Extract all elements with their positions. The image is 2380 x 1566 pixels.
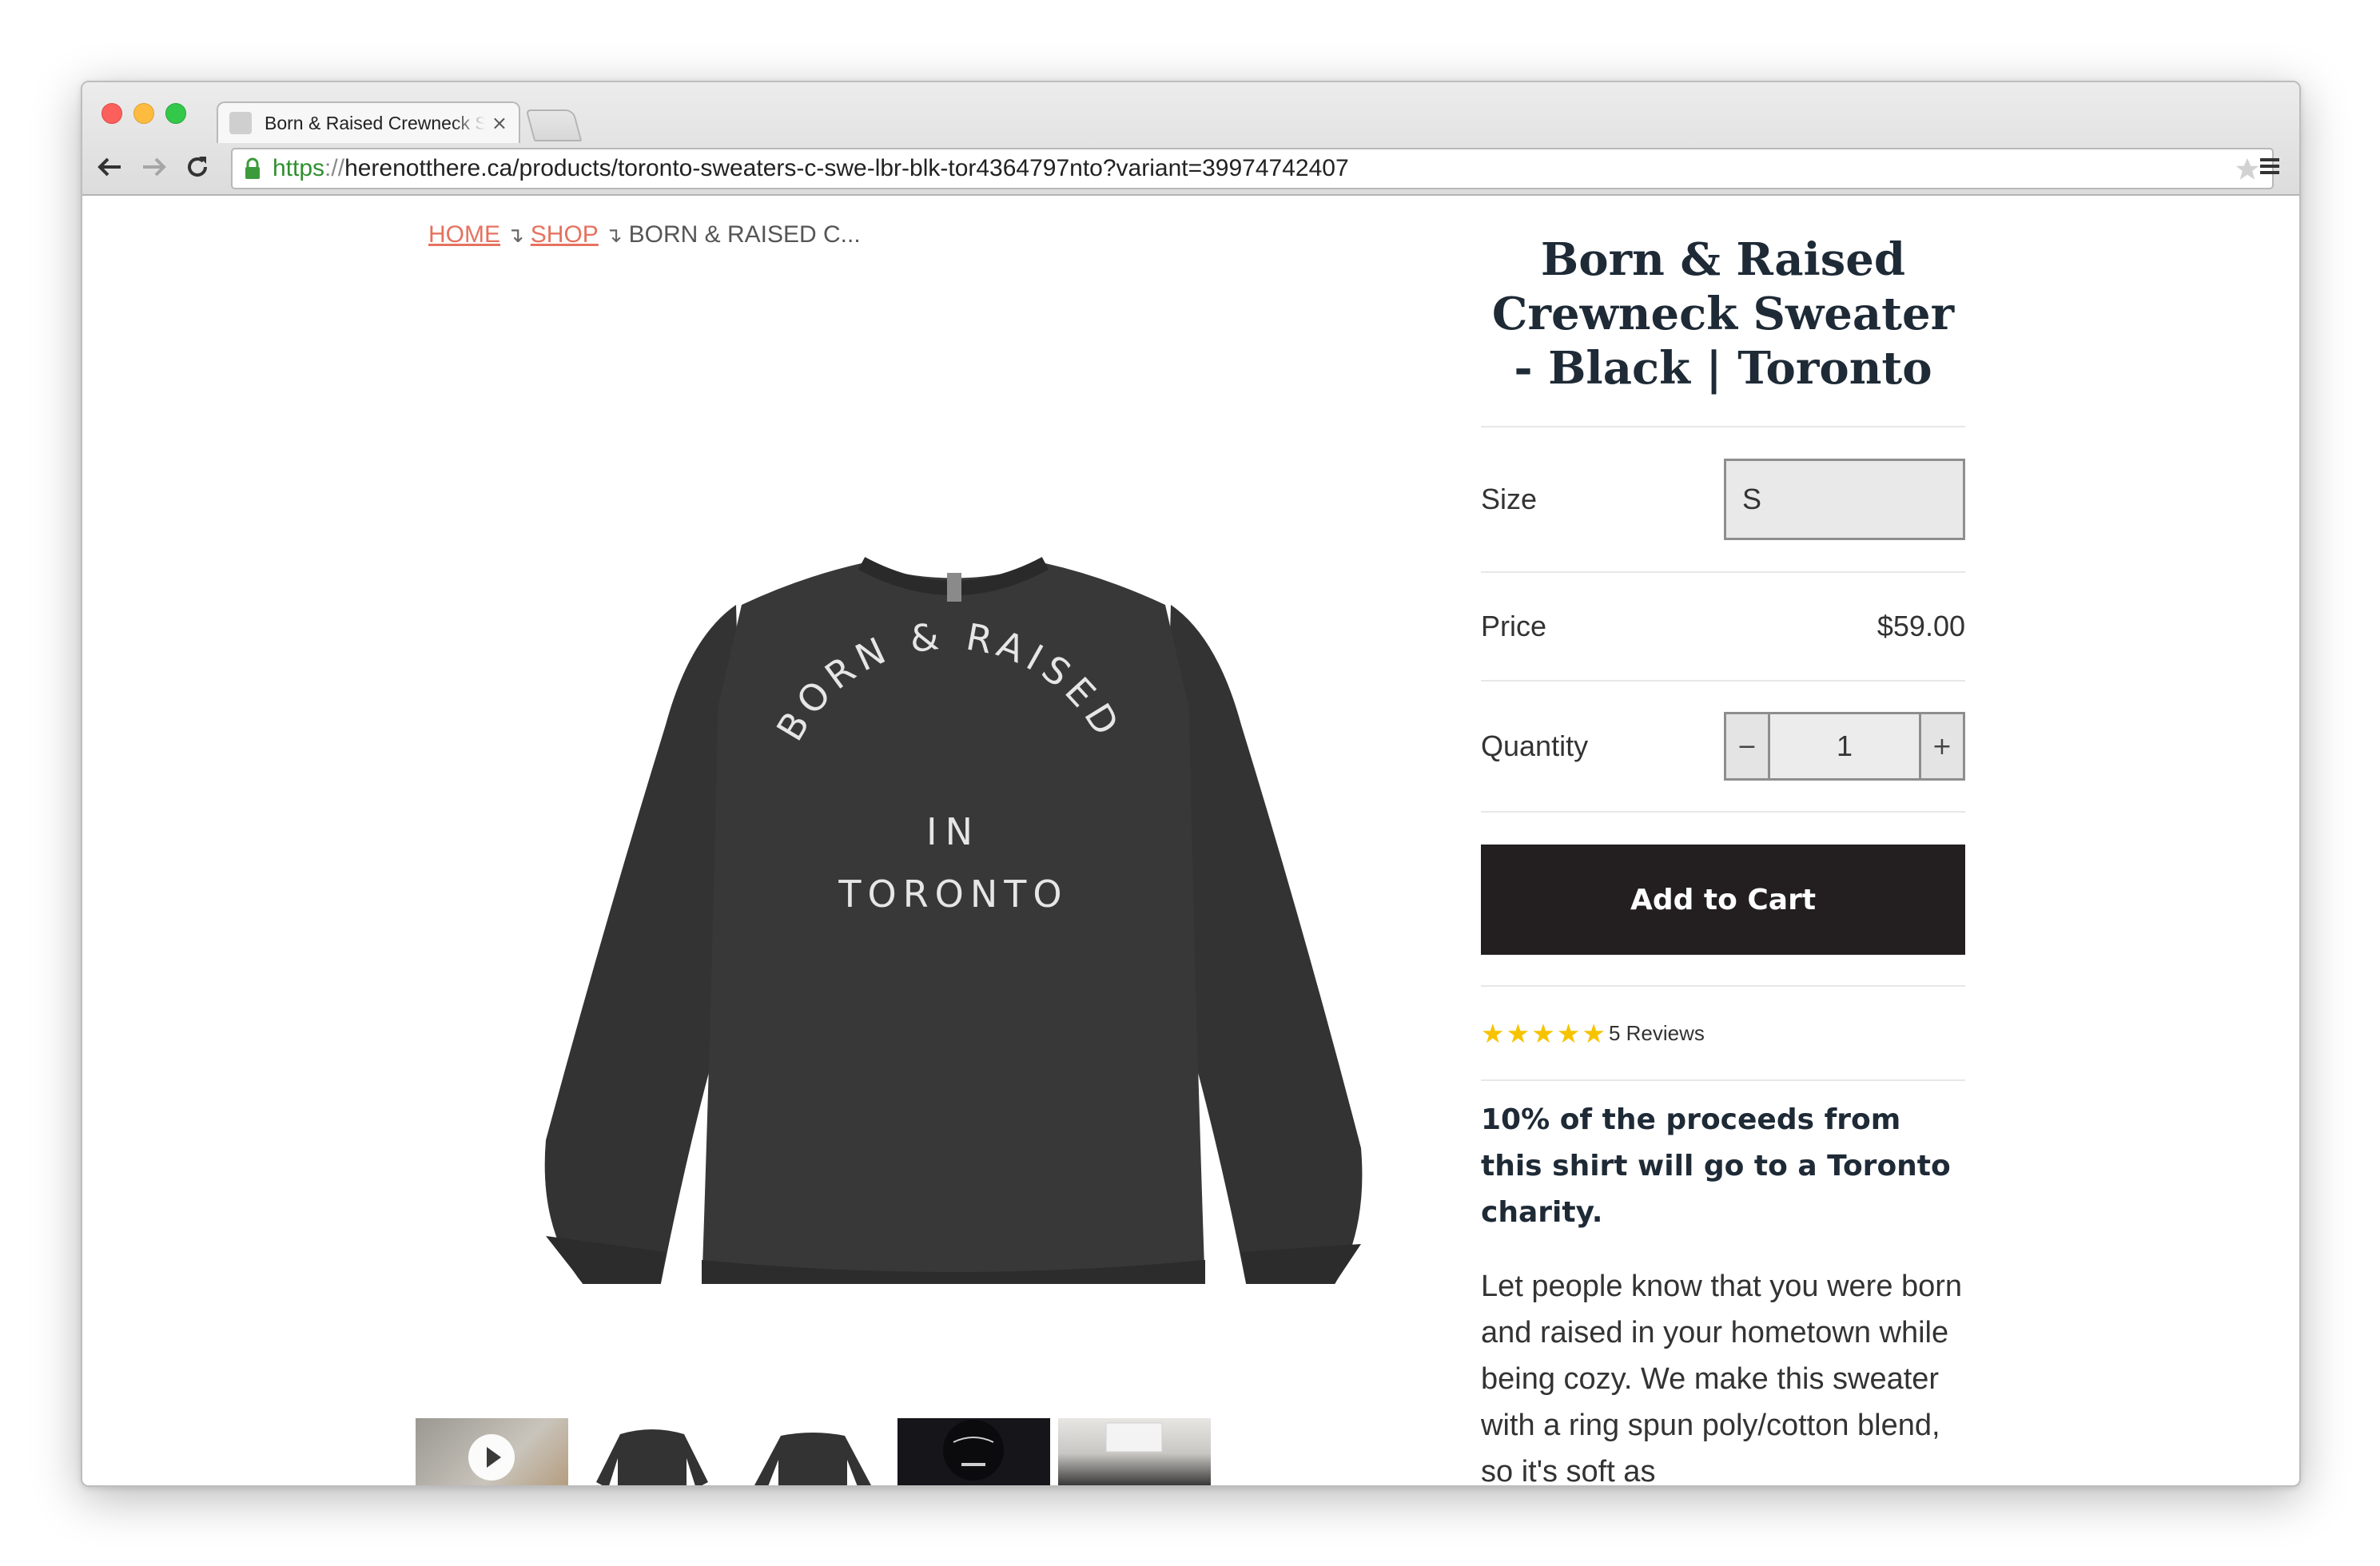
- bookmark-star-icon[interactable]: [2234, 156, 2261, 189]
- reload-button[interactable]: [181, 151, 213, 183]
- star-icon: ★: [1531, 1017, 1555, 1049]
- price-label: Price: [1481, 610, 1547, 642]
- forward-arrow-icon: [143, 157, 166, 177]
- size-row: Size S: [1481, 427, 1965, 571]
- zoom-window-button[interactable]: [165, 103, 186, 124]
- breadcrumb-separator: ↴: [507, 223, 524, 247]
- breadcrumb-separator: ↴: [604, 223, 623, 247]
- tab-close-icon[interactable]: ×: [492, 112, 507, 134]
- quantity-label: Quantity: [1481, 729, 1589, 762]
- star-icon: ★: [1481, 1017, 1505, 1049]
- thumbnail-strip: [416, 1418, 1211, 1485]
- favicon-icon: [229, 112, 252, 134]
- thumbnail-folded[interactable]: [1058, 1418, 1211, 1485]
- back-button[interactable]: [94, 151, 125, 183]
- print-bottom-text: TORONTO: [838, 872, 1068, 916]
- reload-icon: [188, 157, 208, 177]
- quantity-minus-button[interactable]: −: [1726, 714, 1768, 778]
- star-icon: ★: [1506, 1017, 1530, 1049]
- quantity-plus-button[interactable]: +: [1921, 714, 1963, 778]
- breadcrumb-shop-link[interactable]: SHOP: [531, 221, 599, 248]
- product-info: Born & Raised Crewneck Sweater - Black |…: [1481, 197, 1965, 1487]
- browser-menu-button[interactable]: [2258, 154, 2282, 181]
- product-main-image[interactable]: BORN & RAISED IN TORONTO: [426, 373, 1481, 1308]
- price-row: Price $59.00: [1481, 573, 1965, 680]
- rating-stars: ★ ★ ★ ★ ★: [1481, 1020, 1606, 1047]
- breadcrumb-home-link[interactable]: HOME: [428, 221, 500, 248]
- breadcrumb: HOME ↴ SHOP ↴ BORN & RAISED C...: [428, 221, 861, 248]
- breadcrumb-current: BORN & RAISED C...: [628, 221, 861, 248]
- star-icon: ★: [1582, 1017, 1606, 1049]
- forward-button[interactable]: [138, 151, 170, 183]
- browser-tab[interactable]: Born & Raised Crewneck Sweater - Black |…: [217, 101, 520, 143]
- new-tab-button[interactable]: [525, 109, 583, 141]
- quantity-stepper: − 1 +: [1724, 712, 1965, 781]
- print-middle-text: IN: [926, 810, 981, 853]
- size-label: Size: [1481, 483, 1538, 515]
- product-title: Born & Raised Crewneck Sweater - Black |…: [1491, 233, 1955, 395]
- product-page: HOME ↴ SHOP ↴ BORN & RAISED C... BORN & …: [82, 197, 2299, 1487]
- minimize-window-button[interactable]: [133, 103, 154, 124]
- tab-title: Born & Raised Crewneck Sweater - Black |…: [265, 112, 485, 133]
- reviews-count: 5 Reviews: [1608, 1020, 1705, 1045]
- thumbnail-front[interactable]: [576, 1418, 729, 1485]
- quantity-row: Quantity − 1 +: [1481, 682, 1965, 811]
- star-icon: ★: [1556, 1017, 1581, 1049]
- divider: [1481, 811, 1965, 813]
- close-window-button[interactable]: [101, 103, 122, 124]
- quantity-input[interactable]: 1: [1768, 714, 1921, 778]
- browser-window: Born & Raised Crewneck Sweater - Black |…: [81, 81, 2301, 1487]
- product-description: Let people know that you were born and r…: [1481, 1270, 1963, 1487]
- thumbnail-model[interactable]: [897, 1418, 1050, 1485]
- price-value: $59.00: [1877, 610, 1965, 642]
- url-separator: ://: [324, 155, 345, 181]
- browser-toolbar: Born & Raised Crewneck Sweater - Black |…: [82, 82, 2299, 196]
- address-bar[interactable]: https://herenotthere.ca/products/toronto…: [231, 148, 2274, 189]
- thumbnail-video[interactable]: [416, 1418, 568, 1485]
- play-icon: [468, 1434, 515, 1481]
- url-scheme: https: [273, 155, 325, 181]
- add-to-cart-button[interactable]: Add to Cart: [1481, 845, 1965, 955]
- lock-icon: [244, 157, 261, 181]
- hamburger-menu-icon: [2260, 158, 2279, 174]
- back-arrow-icon: [98, 157, 121, 177]
- thumbnail-back[interactable]: [737, 1418, 890, 1485]
- size-select[interactable]: S: [1724, 459, 1965, 540]
- rating-summary[interactable]: ★ ★ ★ ★ ★ 5 Reviews: [1481, 987, 1965, 1079]
- url-text: herenotthere.ca/products/toronto-sweater…: [344, 155, 1349, 181]
- charity-note: 10% of the proceeds from this shirt will…: [1481, 1103, 1951, 1229]
